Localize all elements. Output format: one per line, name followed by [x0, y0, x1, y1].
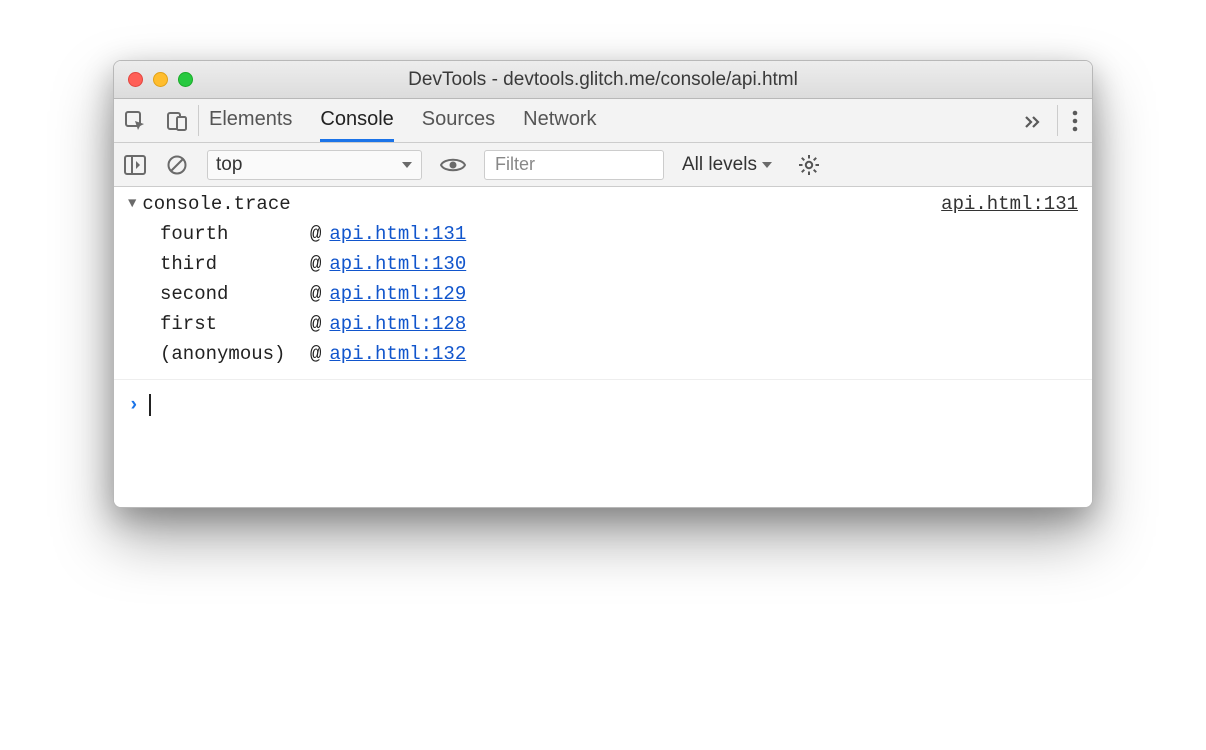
filter-input[interactable] — [484, 150, 664, 180]
trace-header: ▼ console.trace api.html:131 — [128, 193, 1078, 215]
execution-context-select[interactable]: top — [207, 150, 422, 180]
function-name: first — [160, 313, 310, 335]
console-settings-icon[interactable] — [784, 154, 834, 176]
clear-console-icon[interactable] — [156, 154, 198, 176]
log-levels-select[interactable]: All levels — [672, 154, 783, 176]
function-name: fourth — [160, 223, 310, 245]
panel-tabs: Elements Console Sources Network — [199, 99, 1009, 142]
at-symbol: @ — [310, 223, 321, 245]
source-link[interactable]: api.html:128 — [329, 313, 466, 335]
source-link[interactable]: api.html:131 — [329, 223, 466, 245]
stack-frame: first @ api.html:128 — [160, 309, 1078, 339]
kebab-menu-icon[interactable] — [1058, 99, 1092, 142]
source-link[interactable]: api.html:132 — [329, 343, 466, 365]
minimize-window-button[interactable] — [153, 72, 168, 87]
devtools-window: DevTools - devtools.glitch.me/console/ap… — [113, 60, 1093, 508]
at-symbol: @ — [310, 253, 321, 275]
maximize-window-button[interactable] — [178, 72, 193, 87]
stack-frame: fourth @ api.html:131 — [160, 219, 1078, 249]
trace-label: console.trace — [142, 193, 290, 215]
tab-label: Network — [523, 108, 596, 131]
stack-trace: fourth @ api.html:131 third @ api.html:1… — [128, 219, 1078, 369]
console-output: ▼ console.trace api.html:131 fourth @ ap… — [114, 187, 1092, 507]
window-controls — [114, 72, 193, 87]
console-prompt[interactable]: › — [114, 380, 1092, 444]
tab-elements[interactable]: Elements — [209, 99, 292, 142]
toggle-console-sidebar-icon[interactable] — [114, 155, 156, 175]
titlebar: DevTools - devtools.glitch.me/console/ap… — [114, 61, 1092, 99]
stack-frame: second @ api.html:129 — [160, 279, 1078, 309]
function-name: second — [160, 283, 310, 305]
stack-frame: (anonymous) @ api.html:132 — [160, 339, 1078, 369]
tab-label: Sources — [422, 108, 495, 131]
at-symbol: @ — [310, 313, 321, 335]
disclosure-triangle-icon[interactable]: ▼ — [128, 196, 136, 212]
tab-label: Elements — [209, 108, 292, 131]
stack-frame: third @ api.html:130 — [160, 249, 1078, 279]
more-tabs-icon[interactable] — [1009, 99, 1057, 142]
window-title: DevTools - devtools.glitch.me/console/ap… — [114, 69, 1092, 91]
inspect-element-icon[interactable] — [114, 99, 156, 142]
panel-tabbar: Elements Console Sources Network — [114, 99, 1092, 143]
at-symbol: @ — [310, 343, 321, 365]
function-name: third — [160, 253, 310, 275]
tab-label: Console — [320, 108, 393, 131]
console-trace-group: ▼ console.trace api.html:131 fourth @ ap… — [114, 187, 1092, 380]
context-value: top — [216, 154, 242, 176]
close-window-button[interactable] — [128, 72, 143, 87]
tab-sources[interactable]: Sources — [422, 99, 495, 142]
live-expression-icon[interactable] — [430, 156, 476, 174]
chevron-down-icon — [401, 160, 413, 170]
prompt-caret-icon: › — [128, 394, 139, 416]
tab-network[interactable]: Network — [523, 99, 596, 142]
levels-label: All levels — [682, 154, 757, 176]
tab-console[interactable]: Console — [320, 99, 393, 142]
function-name: (anonymous) — [160, 343, 310, 365]
device-toolbar-icon[interactable] — [156, 99, 198, 142]
chevron-down-icon — [761, 160, 773, 170]
text-cursor — [149, 394, 151, 416]
source-link[interactable]: api.html:129 — [329, 283, 466, 305]
console-toolbar: top All levels — [114, 143, 1092, 187]
at-symbol: @ — [310, 283, 321, 305]
source-link[interactable]: api.html:130 — [329, 253, 466, 275]
source-link[interactable]: api.html:131 — [941, 193, 1078, 215]
